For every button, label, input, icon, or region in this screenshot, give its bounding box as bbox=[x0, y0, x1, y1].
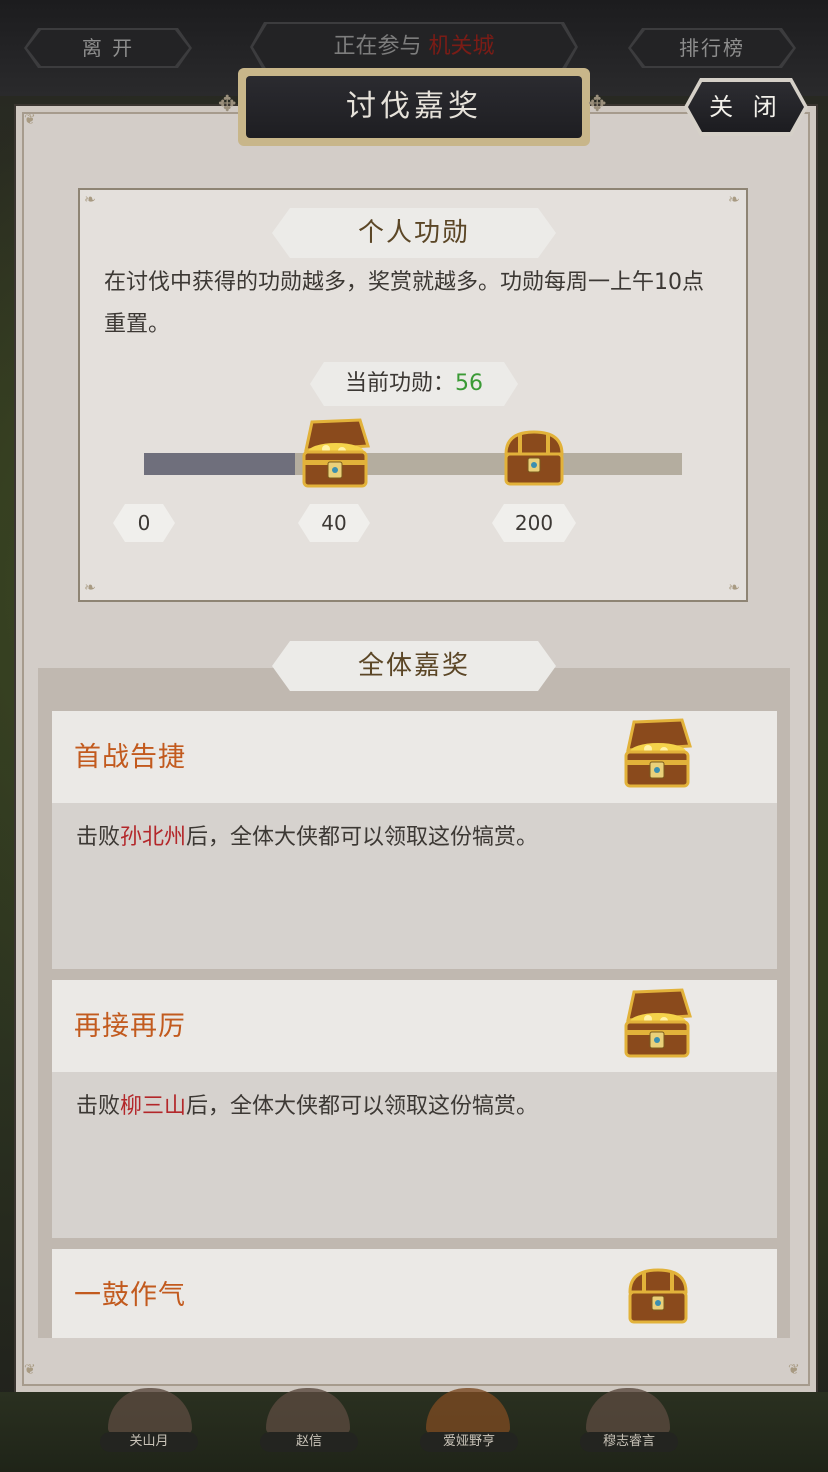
reward-card-title: 首战告捷 bbox=[74, 742, 186, 773]
reward-card-body: 击败孙北州后，全体大侠都可以领取这份犒赏。 bbox=[52, 803, 777, 969]
opened-treasure-chest-icon[interactable] bbox=[620, 986, 696, 1062]
opened-treasure-chest-icon[interactable] bbox=[620, 716, 696, 792]
participation-status: 正在参与 机关城 bbox=[250, 22, 578, 72]
merit-progress-fill bbox=[144, 453, 295, 475]
status-city: 机关城 bbox=[428, 34, 495, 59]
character-name: 爱娅野亨 bbox=[420, 1432, 518, 1452]
reward-card-text: 击败柳三山后，全体大侠都可以领取这份犒赏。 bbox=[76, 1088, 538, 1120]
reward-card-text: 击败孙北州后，全体大侠都可以领取这份犒赏。 bbox=[76, 819, 538, 851]
current-merit-value: 56 bbox=[455, 371, 483, 396]
reward-card-title: 再接再厉 bbox=[74, 1011, 186, 1042]
status-prefix: 正在参与 bbox=[333, 34, 422, 59]
character-name: 关山月 bbox=[100, 1432, 198, 1452]
opened-treasure-chest-icon[interactable] bbox=[298, 416, 374, 492]
corner-ornament-icon: ❦ bbox=[788, 1362, 800, 1378]
close-button[interactable]: 关 闭 bbox=[688, 82, 804, 132]
closed-treasure-chest-icon[interactable] bbox=[500, 428, 568, 488]
merit-description: 在讨伐中获得的功勋越多，奖赏就越多。功勋每周一上午10点重置。 bbox=[104, 270, 704, 337]
current-merit-label: 当前功勋： bbox=[344, 371, 455, 396]
corner-ornament-icon: ❧ bbox=[84, 192, 96, 208]
corner-ornament-icon: ❦ bbox=[24, 1362, 36, 1378]
merit-tick-0: 0 bbox=[113, 504, 175, 542]
boss-name: 柳三山 bbox=[120, 1094, 187, 1119]
character-name: 赵信 bbox=[260, 1432, 358, 1452]
reward-card-title: 一鼓作气 bbox=[74, 1280, 186, 1311]
merit-tick-40: 40 bbox=[298, 504, 370, 542]
text-suffix: 后，全体大侠都可以领取这份犒赏。 bbox=[186, 1094, 539, 1119]
all-rewards-ribbon: 全体嘉奖 bbox=[272, 641, 556, 691]
closed-treasure-chest-icon[interactable] bbox=[624, 1266, 692, 1326]
text-prefix: 击败 bbox=[76, 825, 121, 850]
boss-name: 孙北州 bbox=[120, 825, 187, 850]
ranking-button[interactable]: 排行榜 bbox=[631, 30, 793, 66]
title-ornament-right-icon: ✥ bbox=[588, 92, 607, 117]
character-name: 穆志睿言 bbox=[580, 1432, 678, 1452]
text-suffix: 后，全体大侠都可以领取这份犒赏。 bbox=[186, 825, 539, 850]
reward-card-body: 击败柳三山后，全体大侠都可以领取这份犒赏。 bbox=[52, 1072, 777, 1238]
personal-merit-ribbon: 个人功勋 bbox=[272, 208, 556, 258]
panel-title: 讨伐嘉奖 bbox=[246, 76, 582, 138]
corner-ornament-icon: ❦ bbox=[24, 112, 36, 128]
merit-tick-200: 200 bbox=[492, 504, 576, 542]
corner-ornament-icon: ❧ bbox=[84, 580, 96, 596]
text-prefix: 击败 bbox=[76, 1094, 121, 1119]
title-ornament-left-icon: ✥ bbox=[218, 92, 237, 117]
leave-button[interactable]: 离 开 bbox=[27, 30, 189, 66]
current-merit-badge: 当前功勋：56 bbox=[310, 362, 518, 406]
corner-ornament-icon: ❧ bbox=[728, 580, 740, 596]
corner-ornament-icon: ❧ bbox=[728, 192, 740, 208]
